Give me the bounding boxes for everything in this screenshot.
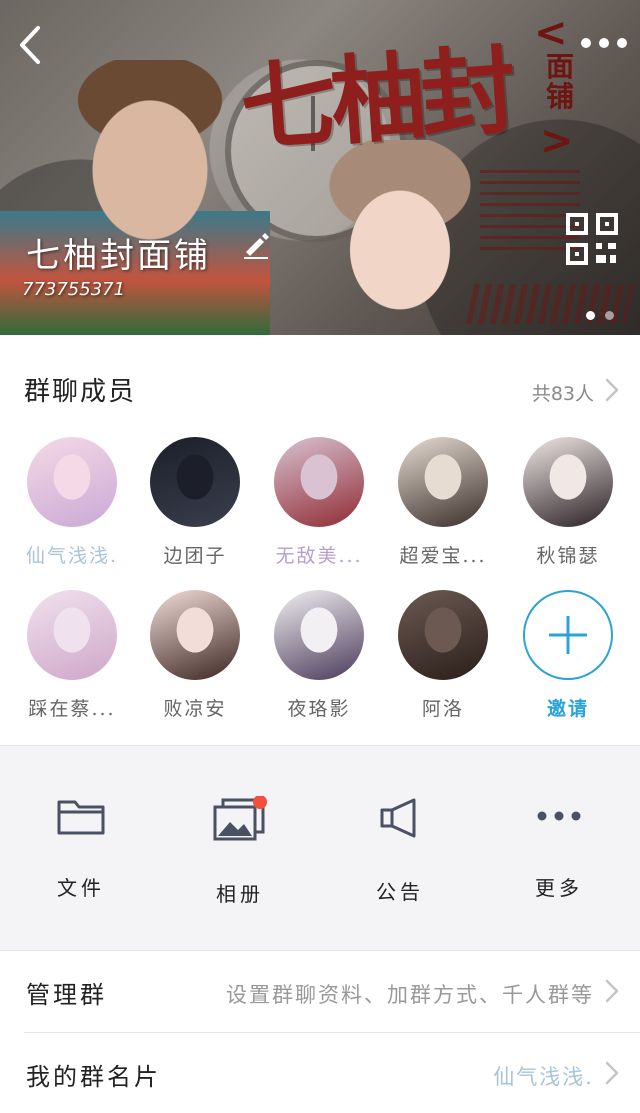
- photo-album-icon: [213, 796, 267, 841]
- more-features-button[interactable]: 更多: [494, 796, 624, 901]
- row-title: 管理群: [26, 981, 107, 1009]
- banner-scribble-decoration: [480, 170, 580, 250]
- group-name: 七柚封面铺: [26, 236, 211, 276]
- ellipsis-icon: [581, 38, 627, 48]
- member-avatar: [27, 437, 117, 527]
- member-item[interactable]: 超爱宝...: [383, 437, 503, 568]
- member-name: 超爱宝...: [399, 545, 487, 567]
- group-id: 773755371: [22, 279, 126, 300]
- banner-title-art: 七柚封: [236, 33, 515, 166]
- row-value: 设置群聊资料、加群方式、千人群等: [226, 983, 594, 1007]
- member-item[interactable]: 阿洛: [383, 590, 503, 721]
- member-avatar: [398, 437, 488, 527]
- row-title: 我的群名片: [26, 1063, 161, 1091]
- chevron-left-icon: [20, 26, 40, 64]
- member-item[interactable]: 无敌美...: [259, 437, 379, 568]
- member-name: 无敌美...: [275, 545, 363, 567]
- pencil-icon: [244, 233, 269, 259]
- invite-circle: [523, 590, 613, 680]
- feature-panel: 文件 相册 公告 更多: [0, 746, 640, 950]
- carousel-dot-active: [586, 311, 595, 320]
- member-item[interactable]: 败凉安: [135, 590, 255, 721]
- banner-bracket-close: >: [540, 118, 574, 164]
- folder-icon: [57, 800, 105, 835]
- chevron-right-icon: [605, 1061, 619, 1085]
- member-avatar: [274, 590, 364, 680]
- feature-label: 文件: [57, 876, 105, 900]
- member-item[interactable]: 夜珞影: [259, 590, 379, 721]
- member-name: 边团子: [163, 545, 227, 567]
- member-name: 仙气浅浅.: [25, 545, 119, 567]
- member-name: 踩在蔡...: [28, 698, 116, 720]
- invite-label: 邀请: [546, 698, 589, 720]
- member-avatar: [523, 437, 613, 527]
- member-avatar: [274, 437, 364, 527]
- member-avatar: [398, 590, 488, 680]
- member-count: 共83人: [531, 383, 594, 405]
- chevron-right-icon: [605, 979, 619, 1003]
- member-name: 秋锦瑟: [536, 545, 600, 567]
- qr-code-button[interactable]: [566, 213, 618, 265]
- member-item[interactable]: 仙气浅浅.: [12, 437, 132, 568]
- feature-label: 更多: [535, 876, 583, 900]
- member-item[interactable]: 秋锦瑟: [508, 437, 628, 568]
- qr-code-icon: [566, 213, 618, 265]
- invite-member-button[interactable]: 邀请: [508, 590, 628, 721]
- group-members-header[interactable]: 群聊成员 共83人: [0, 335, 640, 427]
- megaphone-icon: [380, 798, 416, 838]
- member-item[interactable]: 踩在蔡...: [12, 590, 132, 721]
- banner-side-text: 面铺: [546, 50, 575, 113]
- edit-name-button[interactable]: [240, 228, 272, 260]
- carousel-indicator: [586, 305, 624, 324]
- announcement-button[interactable]: 公告: [335, 796, 465, 905]
- more-options-button[interactable]: [578, 28, 630, 58]
- manage-group-row[interactable]: 管理群 设置群聊资料、加群方式、千人群等: [0, 951, 640, 1031]
- plus-icon: [549, 616, 587, 654]
- member-name: 夜珞影: [287, 698, 351, 720]
- chevron-right-icon: [605, 378, 619, 402]
- member-name: 阿洛: [421, 698, 464, 720]
- member-avatar: [150, 437, 240, 527]
- members-section-title: 群聊成员: [24, 377, 137, 407]
- back-button[interactable]: [12, 22, 52, 68]
- files-button[interactable]: 文件: [16, 796, 146, 901]
- album-button[interactable]: 相册: [175, 796, 305, 907]
- my-group-card-row[interactable]: 我的群名片 仙气浅浅.: [0, 1033, 640, 1113]
- carousel-dot: [605, 311, 614, 320]
- ellipsis-icon: [537, 811, 581, 821]
- feature-label: 相册: [216, 882, 264, 906]
- member-avatar: [150, 590, 240, 680]
- member-name: 败凉安: [163, 698, 227, 720]
- member-avatar: [27, 590, 117, 680]
- row-value: 仙气浅浅.: [493, 1065, 594, 1089]
- member-item[interactable]: 边团子: [135, 437, 255, 568]
- feature-label: 公告: [376, 880, 424, 904]
